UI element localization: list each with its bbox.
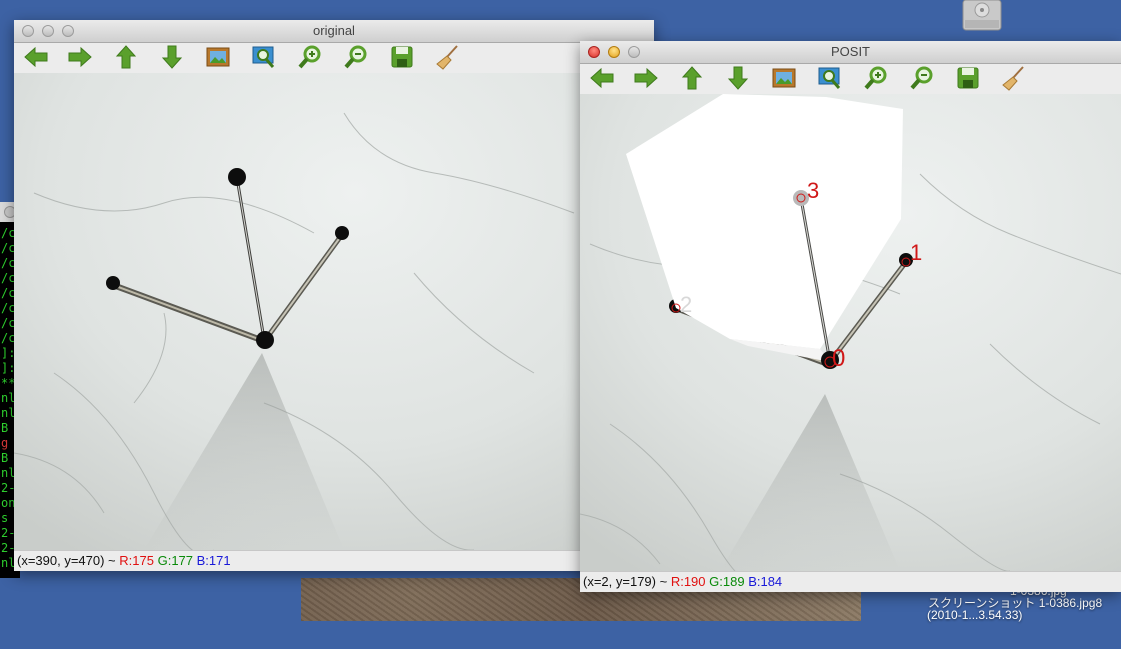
broom-button[interactable] <box>1000 65 1028 96</box>
pixel-red-value: R:190 <box>670 574 706 589</box>
pixel-green-value: G:177 <box>157 553 194 568</box>
point-label-3: 3 <box>807 178 819 203</box>
save-icon <box>389 44 415 75</box>
zoom-fit-button[interactable] <box>250 45 278 73</box>
point-label-1: 1 <box>910 240 922 265</box>
arrow-up-button[interactable] <box>112 44 140 75</box>
point-label-0: 0 <box>832 345 845 372</box>
image-canvas-original[interactable] <box>14 73 581 550</box>
titlebar-posit[interactable]: POSIT <box>580 41 1121 64</box>
arrow-up-icon <box>113 44 139 75</box>
arrow-up-button[interactable] <box>678 65 706 96</box>
cursor-coordinates: (x=2, y=179) ~ <box>583 574 671 589</box>
minimize-button[interactable] <box>42 25 54 37</box>
statusbar-posit: (x=2, y=179) ~ R:190 G:189 B:184 <box>580 571 1121 592</box>
zoom-out-button[interactable] <box>342 45 370 73</box>
zoom-in-button[interactable] <box>862 66 890 94</box>
pixel-red-value: R:175 <box>119 553 154 568</box>
image-canvas-posit[interactable]: 0 1 2 3 <box>580 94 1121 571</box>
arrow-left-icon <box>23 44 49 75</box>
titlebar-original[interactable]: original <box>14 20 654 43</box>
arrow-down-icon <box>159 44 185 75</box>
arrow-right-button[interactable] <box>66 45 94 73</box>
save-button[interactable] <box>388 45 416 73</box>
desktop-file-date: (2010-1...3.54.33) <box>927 608 1023 622</box>
window-title: original <box>313 23 355 38</box>
window-posit[interactable]: POSIT 0 1 2 3 (x=2, y=179) ~ R:190 G:189… <box>580 41 1121 592</box>
arrow-down-button[interactable] <box>158 45 186 73</box>
arrow-down-button[interactable] <box>724 66 752 94</box>
pixel-blue-value: B:184 <box>748 574 783 589</box>
pixel-blue-value: B:171 <box>196 553 231 568</box>
close-button[interactable] <box>588 46 600 58</box>
arrow-left-icon <box>589 65 615 96</box>
zoom-in-icon <box>297 44 323 75</box>
toolbar-posit <box>580 64 1121 96</box>
zoom-out-icon <box>909 65 935 96</box>
pixel-green-value: G:189 <box>709 574 745 589</box>
hard-drive-icon[interactable] <box>957 0 1007 36</box>
close-button[interactable] <box>22 25 34 37</box>
broom-icon <box>1001 65 1027 96</box>
zoom-button[interactable] <box>62 25 74 37</box>
statusbar-original: (x=390, y=470) ~ R:175 G:177 B:171 <box>14 550 654 571</box>
zoom-fit-icon <box>251 44 277 75</box>
image-icon <box>205 44 231 75</box>
broom-button[interactable] <box>434 44 462 75</box>
save-button[interactable] <box>954 66 982 94</box>
arrow-left-button[interactable] <box>22 45 50 73</box>
arrow-down-icon <box>725 65 751 96</box>
zoom-out-icon <box>343 44 369 75</box>
zoom-fit-icon <box>817 65 843 96</box>
window-original[interactable]: original (x=390, y=470) ~ R:175 G:177 B:… <box>14 20 654 571</box>
arrow-right-icon <box>67 44 93 75</box>
image-button[interactable] <box>204 45 232 73</box>
point-label-2: 2 <box>680 292 692 317</box>
cursor-coordinates: (x=390, y=470) ~ <box>17 553 120 568</box>
arrow-right-icon <box>633 65 659 96</box>
zoom-in-icon <box>863 65 889 96</box>
zoom-in-button[interactable] <box>296 45 324 73</box>
minimize-button[interactable] <box>608 46 620 58</box>
zoom-fit-button[interactable] <box>816 66 844 94</box>
arrow-left-button[interactable] <box>588 66 616 94</box>
image-icon <box>771 65 797 96</box>
toolbar-original <box>14 43 654 75</box>
arrow-up-icon <box>679 65 705 96</box>
zoom-button[interactable] <box>628 46 640 58</box>
window-title: POSIT <box>830 44 870 59</box>
broom-icon <box>435 44 461 75</box>
image-button[interactable] <box>770 66 798 94</box>
arrow-right-button[interactable] <box>632 66 660 94</box>
zoom-out-button[interactable] <box>908 66 936 94</box>
save-icon <box>955 65 981 96</box>
